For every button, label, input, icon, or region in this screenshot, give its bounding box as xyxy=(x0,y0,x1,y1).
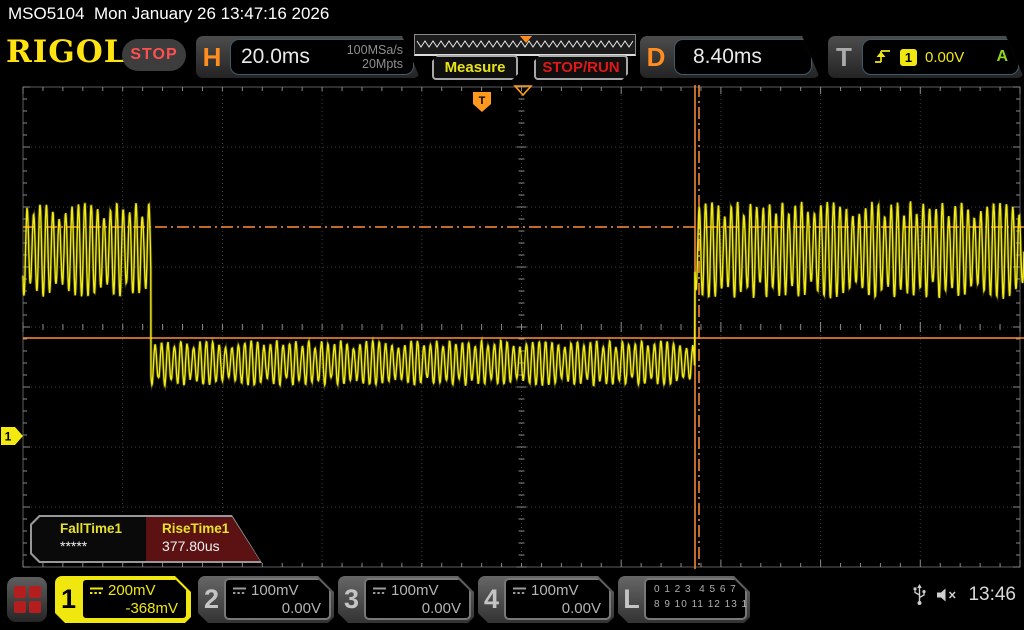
channel-offset: 0.00V xyxy=(512,600,601,617)
channel-scale: 100mV xyxy=(391,582,439,599)
channel-number: 4 xyxy=(478,576,505,623)
channel-3-badge[interactable]: 3 100mV 0.00V xyxy=(338,576,474,623)
rising-edge-trigger-icon xyxy=(873,48,892,66)
sample-rate: 100MSa/s xyxy=(347,43,403,57)
svg-text:T: T xyxy=(479,95,486,107)
channel-scale: 200mV xyxy=(108,582,156,599)
stop-run-button[interactable]: STOP/RUN xyxy=(534,55,628,80)
titlebar: MSO5104 Mon January 26 13:47:16 2026 xyxy=(0,0,1024,28)
logic-label: L xyxy=(618,576,645,623)
channel-scale: 100mV xyxy=(251,582,299,599)
logic-channels-row2: 8 9 10 11 12 13 14 15 xyxy=(654,598,745,613)
model-and-datetime: MSO5104 Mon January 26 13:47:16 2026 xyxy=(8,4,329,23)
menu-grid-button[interactable] xyxy=(7,577,47,622)
channel-offset: 0.00V xyxy=(232,600,321,617)
dc-coupling-icon xyxy=(89,586,104,595)
measurement-label: FallTime1 xyxy=(60,521,146,536)
measure-button[interactable]: Measure xyxy=(432,55,518,80)
logic-channels-badge[interactable]: L 0 1 2 3 4 5 6 7 8 9 10 11 12 13 14 15 xyxy=(618,576,750,623)
scope-graticule: T1 xyxy=(0,82,1024,572)
channel-number: 3 xyxy=(338,576,365,623)
channel-offset: -368mV xyxy=(89,600,178,617)
channel-offset: 0.00V xyxy=(372,600,461,617)
run-state-badge: STOP xyxy=(122,39,186,71)
measurement-value: ***** xyxy=(60,538,146,554)
system-clock: 13:46 xyxy=(968,584,1016,606)
channel-1-badge[interactable]: 1 200mV -368mV xyxy=(55,576,191,623)
preview-zigzag-icon xyxy=(415,35,635,54)
horizontal-settings-group[interactable]: H 20.0ms 100MSa/s 20Mpts xyxy=(196,36,420,78)
dc-coupling-icon xyxy=(512,586,527,595)
speaker-muted-icon xyxy=(936,587,958,603)
waveform-record-preview[interactable] xyxy=(414,34,636,56)
rigol-logo: RIGOL xyxy=(6,34,127,70)
bottom-status-bar: 1 200mV -368mV 2 xyxy=(0,572,1024,630)
delay-value: 8.40ms xyxy=(685,45,762,69)
usb-icon xyxy=(913,584,926,606)
oscilloscope-ui: MSO5104 Mon January 26 13:47:16 2026 RIG… xyxy=(0,0,1024,630)
channel-2-badge[interactable]: 2 100mV 0.00V xyxy=(198,576,334,623)
measurement-value: 377.80us xyxy=(162,538,260,554)
waveform-display-area[interactable]: T1 FallTime1 ***** RiseTime1 377.80us xyxy=(0,82,1024,572)
channel-1-ground-marker[interactable]: 1 xyxy=(1,427,23,445)
horizontal-label: H xyxy=(196,36,228,78)
channel-number: 1 xyxy=(55,576,82,623)
timebase-value: 20.0ms xyxy=(241,45,310,69)
delay-settings-group[interactable]: D 8.40ms xyxy=(640,36,820,78)
memory-depth: 20Mpts xyxy=(347,57,403,71)
logic-channels-row1: 0 1 2 3 4 5 6 7 xyxy=(654,583,745,598)
menu-grid-icon xyxy=(14,586,40,612)
svg-text:1: 1 xyxy=(5,430,12,444)
dc-coupling-icon xyxy=(372,586,387,595)
delay-label: D xyxy=(640,36,672,78)
trigger-settings-group[interactable]: T 1 0.00V A xyxy=(828,36,1024,78)
trigger-source-badge: 1 xyxy=(900,49,917,66)
channel-number: 2 xyxy=(198,576,225,623)
trigger-sweep-mode: A xyxy=(996,48,1008,66)
channel-4-badge[interactable]: 4 100mV 0.00V xyxy=(478,576,614,623)
measurement-falltime[interactable]: FallTime1 ***** xyxy=(32,517,146,561)
toolbar: RIGOL STOP H 20.0ms 100MSa/s 20Mpts Meas… xyxy=(0,28,1024,82)
trigger-label: T xyxy=(828,36,860,78)
dc-coupling-icon xyxy=(232,586,247,595)
trigger-level-value: 0.00V xyxy=(925,49,964,66)
measurement-panel[interactable]: FallTime1 ***** RiseTime1 377.80us xyxy=(30,515,262,563)
trigger-position-flag[interactable]: T xyxy=(473,92,491,112)
channel-scale: 100mV xyxy=(531,582,579,599)
